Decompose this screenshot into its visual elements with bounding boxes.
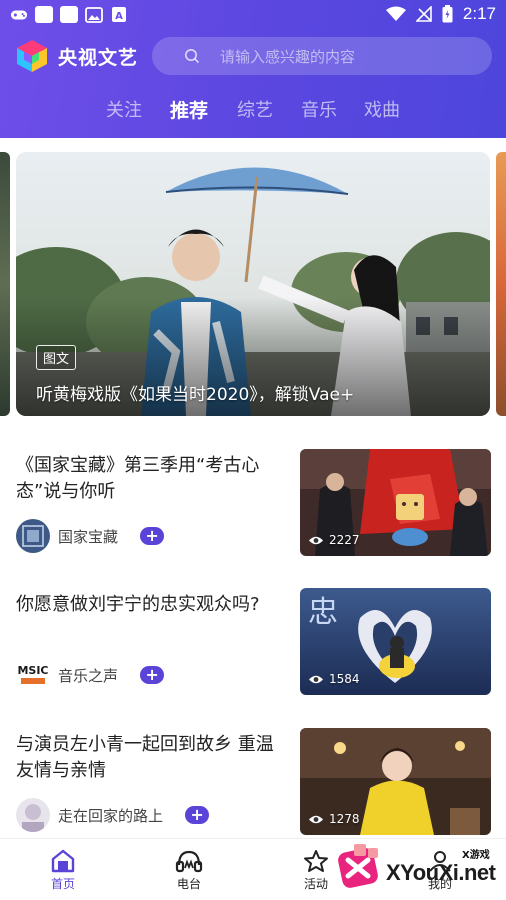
follow-button[interactable]: + [140,527,165,545]
eye-icon [309,536,323,544]
nav-label: 电台 [176,877,201,891]
notification-icons: A [10,6,128,23]
app-notification-icon [60,6,78,23]
eye-icon [309,675,323,683]
tab-opera[interactable]: 戏曲 [364,96,400,122]
thumbnail-calligraphy: 忠 [308,595,338,630]
system-icons: 2:17 [385,4,496,24]
svg-text:A: A [115,11,123,22]
author-name[interactable]: 音乐之声 [58,665,118,686]
app-name: 央视文艺 [58,46,139,69]
carousel-prev-peek[interactable] [0,152,10,416]
feed-item[interactable]: 你愿意做刘宇宁的忠实观众吗? MSIC 音乐之声 + 忠 1584 [0,588,506,700]
view-count-value: 2227 [329,533,360,547]
follow-button[interactable]: + [140,666,165,684]
tab-follow[interactable]: 关注 [106,96,142,122]
feed-item-thumbnail[interactable]: 2227 [300,449,491,556]
app-notification-icon [35,6,53,23]
top-header: A 2:17 央视文艺 请输入感兴趣的内容 关注 推荐 综艺 音乐 戏曲 [0,0,506,138]
search-bar[interactable]: 请输入感兴趣的内容 [152,37,492,75]
avatar[interactable]: MSIC [16,658,50,692]
avatar[interactable] [16,798,50,832]
gamepad-icon [10,6,28,23]
view-count: 1278 [308,812,360,826]
feed-item-title[interactable]: 《国家宝藏》第三季用“考古心态”说与你听 [16,453,278,505]
view-count: 2227 [308,533,360,547]
nav-label: 首页 [50,877,75,891]
eye-icon [309,815,323,823]
watermark-small-text: X游戏 [462,850,490,861]
feed-item-thumbnail[interactable]: 1278 [300,728,491,835]
feed-item-author: MSIC 音乐之声 + [16,658,165,692]
battery-icon [442,5,453,23]
text-icon: A [110,6,128,23]
avatar[interactable] [16,519,50,553]
view-count-value: 1278 [329,812,360,826]
nav-radio[interactable]: 电台 [159,849,219,892]
brand: 央视文艺 [14,38,138,74]
tab-music[interactable]: 音乐 [301,96,337,122]
image-icon [85,6,103,23]
wifi-icon [385,6,406,21]
search-placeholder: 请输入感兴趣的内容 [220,47,356,66]
feed-item[interactable]: 与演员左小青一起回到故乡 重温友情与亲情 走在回家的路上 + 1278 [0,728,506,840]
search-icon [185,49,200,64]
no-signal-icon [415,6,432,22]
feed-item-thumbnail[interactable]: 忠 1584 [300,588,491,695]
carousel-next-peek[interactable] [496,152,506,416]
svg-text:MSIC: MSIC [17,664,48,677]
feed-item-title[interactable]: 与演员左小青一起回到故乡 重温友情与亲情 [16,732,278,784]
clock: 2:17 [462,4,496,23]
tab-variety[interactable]: 综艺 [237,96,273,122]
banner-tag: 图文 [36,345,77,370]
feed-item-author: 国家宝藏 + [16,519,165,553]
follow-button[interactable]: + [185,806,210,824]
feed-item[interactable]: 《国家宝藏》第三季用“考古心态”说与你听 国家宝藏 + 2227 [0,449,506,561]
view-count: 1584 [308,672,360,686]
banner-image [16,152,490,416]
watermark-text: XYouXi.net [386,860,496,885]
category-tabs: 关注 推荐 综艺 音乐 戏曲 [0,96,506,126]
site-watermark: X游戏 XYouXi.net [334,842,500,892]
home-icon [51,849,75,873]
tab-recommend[interactable]: 推荐 [170,96,208,123]
app-logo-icon [17,40,47,72]
featured-banner[interactable]: 图文 听黄梅戏版《如果当时2020》，解锁Vae+ [16,152,490,416]
feed-item-author: 走在回家的路上 + [16,798,210,832]
status-bar: A 2:17 [0,0,506,30]
headphones-icon [175,850,203,873]
star-icon [304,850,328,872]
nav-label: 活动 [303,877,328,891]
nav-home[interactable]: 首页 [33,849,93,892]
banner-title: 听黄梅戏版《如果当时2020》，解锁Vae+ [36,385,355,405]
feed-item-title[interactable]: 你愿意做刘宇宁的忠实观众吗? [16,592,278,618]
author-name[interactable]: 国家宝藏 [58,526,118,547]
author-name[interactable]: 走在回家的路上 [58,805,163,826]
watermark-logo-icon [338,844,378,888]
view-count-value: 1584 [329,672,360,686]
